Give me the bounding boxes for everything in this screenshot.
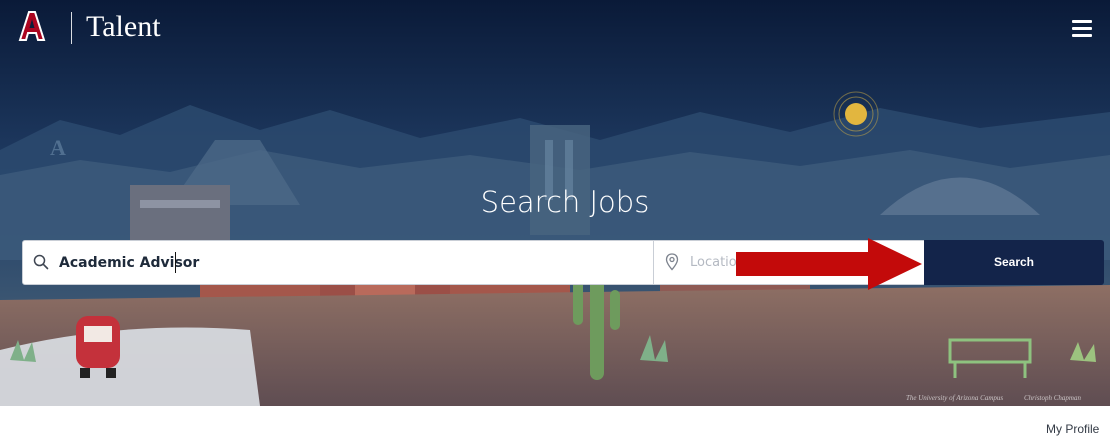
hero-banner: A Talent Search Jobs The University of A… <box>0 0 1110 406</box>
location-pin-icon <box>665 253 679 271</box>
university-logo-icon[interactable] <box>14 8 50 44</box>
logo-divider <box>71 12 72 44</box>
search-button[interactable]: Search <box>924 240 1104 285</box>
search-icon <box>33 254 49 270</box>
hamburger-menu-icon[interactable] <box>1072 20 1092 38</box>
svg-text:A: A <box>50 135 66 160</box>
text-cursor <box>175 252 176 273</box>
keyword-field[interactable] <box>22 240 654 285</box>
page-title: Search Jobs <box>480 185 650 219</box>
brand-title[interactable]: Talent <box>86 9 161 45</box>
illustration-credit: The University of Arizona Campus <box>906 394 1004 402</box>
my-profile-link[interactable]: My Profile <box>1046 422 1099 436</box>
annotation-arrow-icon <box>736 238 922 290</box>
keyword-search-input[interactable] <box>59 245 644 280</box>
job-search-bar: Search <box>22 240 1104 285</box>
artist-credit: Christoph Chapman <box>1024 394 1081 402</box>
